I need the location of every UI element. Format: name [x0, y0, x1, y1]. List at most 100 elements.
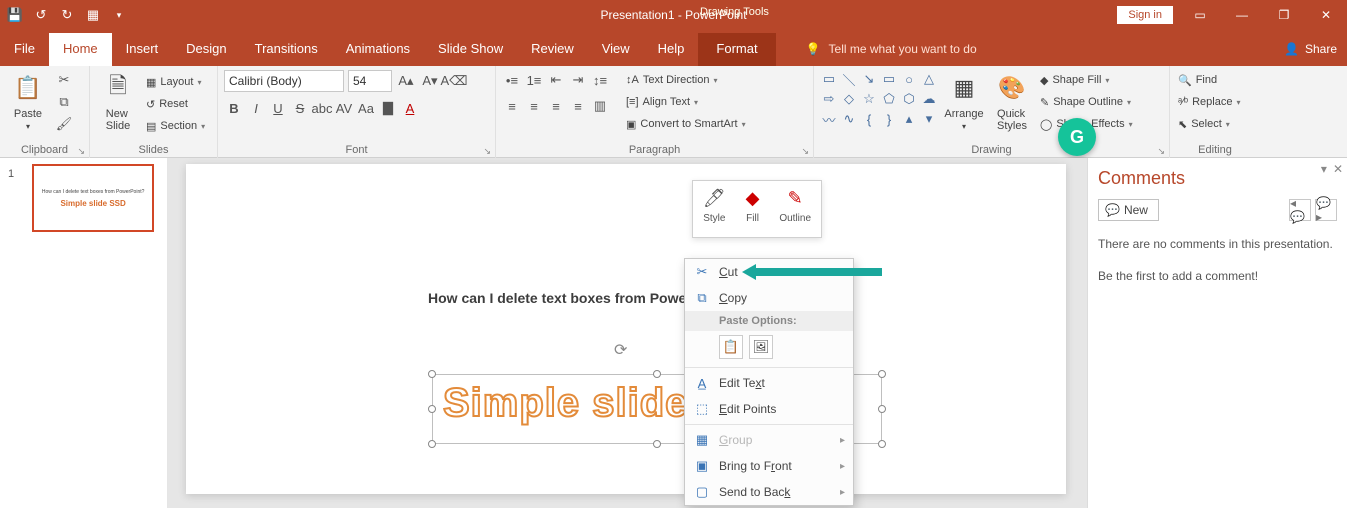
shape-hex-icon[interactable]: ⬡: [900, 90, 918, 108]
mini-outline-button[interactable]: ✎Outline: [779, 185, 811, 237]
convert-smartart-button[interactable]: ▣Convert to SmartArt: [624, 114, 748, 134]
justify-icon[interactable]: ≡: [568, 96, 588, 116]
new-slide-button[interactable]: 🗎 New Slide: [96, 70, 140, 132]
quick-styles-button[interactable]: 🎨 Quick Styles: [990, 70, 1034, 132]
shapes-gallery[interactable]: ▭ ＼ ↘ ▭ ○ △ ⇨ ◇ ☆ ⬠ ⬡ ☁ 〰 ∿ { } ▴ ▾: [820, 70, 938, 128]
paste-use-destination-icon[interactable]: 📋: [719, 335, 743, 359]
undo-icon[interactable]: ↺: [32, 6, 50, 24]
clipboard-dialog-launcher[interactable]: ↘: [77, 146, 85, 157]
maximize-icon[interactable]: ❐: [1269, 5, 1299, 25]
ctx-bring-to-front[interactable]: ▣Bring to Front▸: [685, 453, 853, 479]
shape-outline-button[interactable]: ✎Shape Outline: [1038, 92, 1135, 112]
shape-fill-button[interactable]: ◆Shape Fill: [1038, 70, 1135, 90]
close-icon[interactable]: ✕: [1311, 5, 1341, 25]
font-name-combo[interactable]: Calibri (Body): [224, 70, 344, 92]
resize-handle-br[interactable]: [878, 440, 886, 448]
ribbon-display-options-icon[interactable]: ▭: [1185, 5, 1215, 25]
drawing-dialog-launcher[interactable]: ↘: [1157, 146, 1165, 157]
resize-handle-rm[interactable]: [878, 405, 886, 413]
format-painter-button[interactable]: 🖌: [54, 114, 74, 134]
pane-close-icon[interactable]: ✕: [1333, 162, 1343, 176]
mini-style-button[interactable]: 🖊Style: [703, 185, 726, 237]
arrange-button[interactable]: ▦ Arrange▾: [942, 70, 986, 131]
shape-diamond-icon[interactable]: ◇: [840, 90, 858, 108]
bullets-icon[interactable]: •≡: [502, 70, 522, 90]
pane-options-icon[interactable]: ▾: [1321, 162, 1327, 176]
bold-icon[interactable]: B: [224, 98, 244, 118]
resize-handle-tm[interactable]: [653, 370, 661, 378]
shadow-icon[interactable]: abc: [312, 98, 332, 118]
resize-handle-bl[interactable]: [428, 440, 436, 448]
rotate-handle-icon[interactable]: ⟳: [614, 340, 627, 360]
slide-canvas[interactable]: 🖊Style ◆Fill ✎Outline How can I delete t…: [186, 164, 1066, 494]
italic-icon[interactable]: I: [246, 98, 266, 118]
tab-file[interactable]: File: [0, 33, 49, 66]
shape-textbox-icon[interactable]: ▭: [820, 70, 838, 88]
save-icon[interactable]: 💾: [6, 6, 24, 24]
shape-arrow-icon[interactable]: ⇨: [820, 90, 838, 108]
tab-design[interactable]: Design: [172, 33, 240, 66]
shape-more-down-icon[interactable]: ▾: [920, 110, 938, 128]
decrease-font-icon[interactable]: A▾: [420, 71, 440, 91]
tab-insert[interactable]: Insert: [112, 33, 173, 66]
numbering-icon[interactable]: 1≡: [524, 70, 544, 90]
shape-star-icon[interactable]: ☆: [860, 90, 878, 108]
line-spacing-icon[interactable]: ↕≡: [590, 70, 610, 90]
slide-thumbnail-1[interactable]: How can I delete text boxes from PowerPo…: [32, 164, 154, 232]
align-right-icon[interactable]: ≡: [546, 96, 566, 116]
ctx-edit-text[interactable]: A̲Edit Text: [685, 370, 853, 396]
shape-more-up-icon[interactable]: ▴: [900, 110, 918, 128]
shape-oval-icon[interactable]: ○: [900, 70, 918, 88]
shape-callout-icon[interactable]: ☁: [920, 90, 938, 108]
ctx-send-to-back[interactable]: ▢Send to Back▸: [685, 479, 853, 505]
tab-view[interactable]: View: [588, 33, 644, 66]
tab-help[interactable]: Help: [644, 33, 699, 66]
underline-icon[interactable]: U: [268, 98, 288, 118]
shape-curve-icon[interactable]: 〰: [820, 110, 838, 128]
layout-button[interactable]: ▦Layout: [144, 72, 207, 92]
paste-picture-icon[interactable]: 🖼: [749, 335, 773, 359]
increase-indent-icon[interactable]: ⇥: [568, 70, 588, 90]
font-dialog-launcher[interactable]: ↘: [483, 146, 491, 157]
resize-handle-lm[interactable]: [428, 405, 436, 413]
resize-handle-tr[interactable]: [878, 370, 886, 378]
columns-icon[interactable]: ▥: [590, 96, 610, 116]
find-button[interactable]: 🔍Find: [1176, 70, 1242, 90]
slide-editor[interactable]: 🖊Style ◆Fill ✎Outline How can I delete t…: [168, 158, 1087, 508]
font-size-combo[interactable]: 54: [348, 70, 392, 92]
qat-customize-icon[interactable]: ▾: [110, 6, 128, 24]
shape-brace2-icon[interactable]: }: [880, 110, 898, 128]
minimize-icon[interactable]: —: [1227, 5, 1257, 25]
slide-thumbnail-pane[interactable]: 1 How can I delete text boxes from Power…: [0, 158, 168, 508]
align-left-icon[interactable]: ≡: [502, 96, 522, 116]
shape-lline-icon[interactable]: ↘: [860, 70, 878, 88]
resize-handle-tl[interactable]: [428, 370, 436, 378]
text-direction-button[interactable]: ↕AText Direction: [624, 70, 748, 90]
body-text[interactable]: How can I delete text boxes from Powe: [428, 290, 686, 306]
shape-line-icon[interactable]: ＼: [840, 70, 858, 88]
align-center-icon[interactable]: ≡: [524, 96, 544, 116]
select-button[interactable]: ⬉Select: [1176, 114, 1242, 134]
start-from-beginning-icon[interactable]: ▦: [84, 6, 102, 24]
paragraph-dialog-launcher[interactable]: ↘: [801, 146, 809, 157]
shape-freeform-icon[interactable]: ∿: [840, 110, 858, 128]
replace-button[interactable]: ᵃ⁄ᵇReplace: [1176, 92, 1242, 112]
tab-home[interactable]: Home: [49, 33, 112, 66]
ctx-edit-points[interactable]: ⬚Edit Points: [685, 396, 853, 422]
prev-comment-button[interactable]: ◂💬: [1289, 199, 1311, 221]
share-button[interactable]: 👤 Share: [1284, 42, 1347, 66]
tab-review[interactable]: Review: [517, 33, 588, 66]
section-button[interactable]: ▤Section: [144, 116, 207, 136]
strike-icon[interactable]: S: [290, 98, 310, 118]
tab-slideshow[interactable]: Slide Show: [424, 33, 517, 66]
shape-triangle-icon[interactable]: △: [920, 70, 938, 88]
increase-font-icon[interactable]: A▴: [396, 71, 416, 91]
tab-animations[interactable]: Animations: [332, 33, 424, 66]
clear-formatting-icon[interactable]: A⌫: [444, 71, 464, 91]
font-color-icon[interactable]: A: [400, 98, 420, 118]
tab-format[interactable]: Format: [698, 33, 775, 66]
redo-icon[interactable]: ↻: [58, 6, 76, 24]
resize-handle-bm[interactable]: [653, 440, 661, 448]
next-comment-button[interactable]: 💬▸: [1315, 199, 1337, 221]
ctx-copy[interactable]: ⧉Copy: [685, 285, 853, 311]
